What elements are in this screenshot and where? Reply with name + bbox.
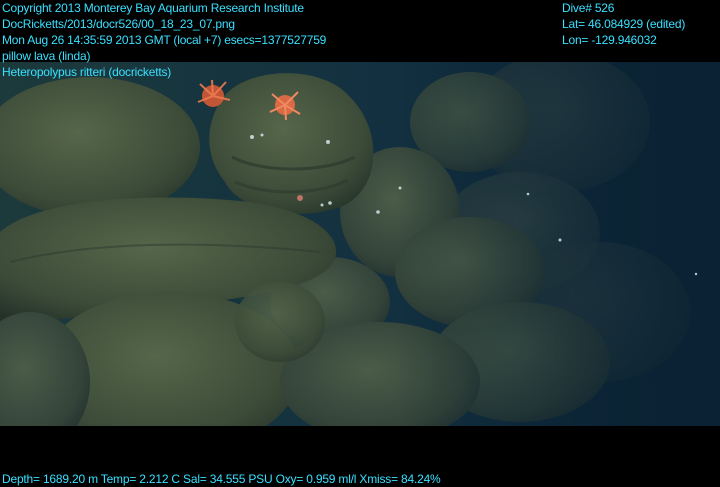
longitude-text: Lon= -129.946032 [562, 33, 657, 47]
overlay-top-left: Copyright 2013 Monterey Bay Aquarium Res… [2, 0, 326, 80]
seafloor-scene [0, 62, 720, 426]
latitude-text: Lat= 46.084929 (edited) [562, 17, 686, 31]
video-frame: Copyright 2013 Monterey Bay Aquarium Res… [0, 0, 720, 486]
sensor-readout-text: Depth= 1689.20 m Temp= 2.212 C Sal= 34.5… [2, 472, 441, 486]
dive-number-text: Dive# 526 [562, 1, 615, 15]
overlay-bottom: Depth= 1689.20 m Temp= 2.212 C Sal= 34.5… [2, 471, 441, 487]
file-path-text: DocRicketts/2013/docr526/00_18_23_07.png [2, 17, 235, 31]
copyright-text: Copyright 2013 Monterey Bay Aquarium Res… [2, 1, 304, 15]
annotation-text: Heteropolypus ritteri (docricketts) [2, 65, 172, 79]
timestamp-text: Mon Aug 26 14:35:59 2013 GMT (local +7) … [2, 33, 327, 47]
annotation-text: pillow lava (linda) [2, 49, 91, 63]
overlay-top-right: Dive# 526 Lat= 46.084929 (edited) Lon= -… [562, 0, 685, 48]
